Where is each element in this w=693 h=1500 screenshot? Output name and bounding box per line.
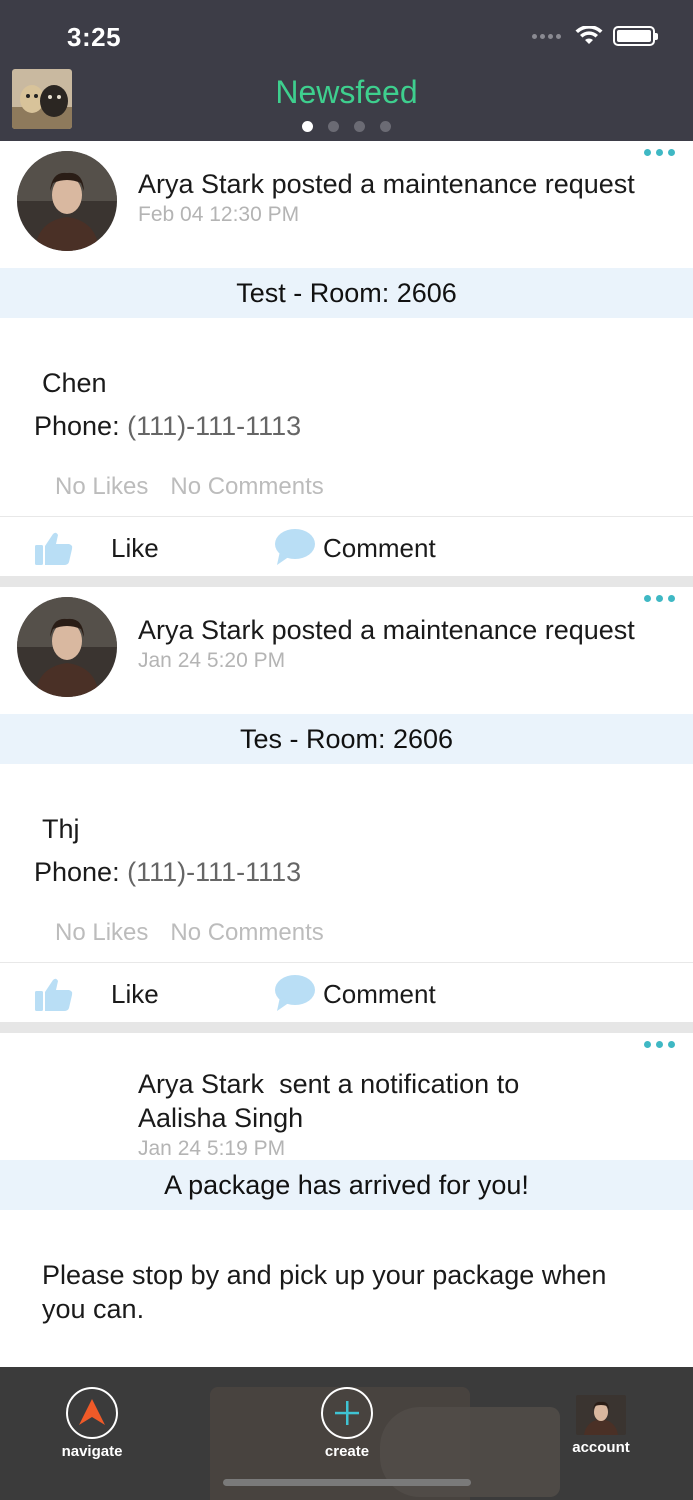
author-avatar[interactable]	[17, 151, 117, 251]
more-options-icon[interactable]	[644, 1041, 675, 1048]
engagement-counts: No Likes No Comments	[55, 919, 324, 947]
more-options-icon[interactable]	[644, 595, 675, 602]
battery-icon	[613, 26, 658, 46]
home-indicator[interactable]	[223, 1479, 471, 1486]
feed-post: Arya Stark posted a maintenance request …	[0, 587, 693, 1022]
comment-bubble-icon[interactable]	[274, 973, 316, 1013]
comment-button[interactable]: Comment	[323, 979, 436, 1010]
feed-notification: Arya Stark sent a notification to Aalish…	[0, 1033, 693, 1360]
page-dot[interactable]	[328, 121, 339, 132]
phone-line: Phone: (111)-111-1113	[34, 857, 301, 888]
phone-line: Phone: (111)-111-1113	[34, 411, 301, 442]
author-avatar[interactable]	[17, 597, 117, 697]
recipient-name[interactable]: Aalisha Singh	[138, 1101, 658, 1135]
engagement-counts: No Likes No Comments	[55, 473, 324, 501]
account-avatar	[576, 1395, 626, 1435]
thumbs-up-icon[interactable]	[34, 528, 74, 568]
tab-label: create	[324, 1443, 370, 1460]
tab-navigate[interactable]: navigate	[56, 1387, 128, 1460]
tab-create[interactable]: create	[311, 1387, 383, 1460]
comment-bubble-icon[interactable]	[274, 527, 316, 567]
post-actions: Like Comment	[0, 962, 693, 1022]
author-name[interactable]: Arya Stark	[138, 615, 264, 645]
post-divider	[0, 1022, 693, 1033]
author-name[interactable]: Arya Stark	[138, 1069, 264, 1099]
newsfeed-list: Arya Stark posted a maintenance request …	[0, 141, 693, 1360]
feed-post: Arya Stark posted a maintenance request …	[0, 141, 693, 576]
post-action: posted a maintenance request	[271, 615, 635, 645]
phone-label: Phone:	[34, 411, 120, 441]
tab-label: navigate	[61, 1443, 123, 1460]
comment-button[interactable]: Comment	[323, 533, 436, 564]
app-header: 3:25 Newsfeed	[0, 0, 693, 141]
likes-count[interactable]: No Likes	[55, 919, 148, 946]
author-name[interactable]: Arya Stark	[138, 169, 264, 199]
tab-label: account	[572, 1439, 630, 1456]
post-message: Chen	[42, 368, 107, 398]
thumbs-up-icon[interactable]	[34, 974, 74, 1014]
post-action: sent a notification to	[279, 1069, 520, 1099]
comments-count[interactable]: No Comments	[170, 919, 323, 946]
notification-subject: A package has arrived for you!	[0, 1160, 693, 1210]
post-divider	[0, 576, 693, 587]
like-button[interactable]: Like	[111, 979, 159, 1010]
like-button[interactable]: Like	[111, 533, 159, 564]
phone-value[interactable]: (111)-111-1113	[127, 857, 301, 887]
more-options-icon[interactable]	[644, 149, 675, 156]
comments-count[interactable]: No Comments	[170, 473, 323, 500]
post-subject: Tes - Room: 2606	[0, 714, 693, 764]
post-actions: Like Comment	[0, 516, 693, 576]
post-date: Jan 24 5:20 PM	[138, 649, 286, 672]
notification-message: Please stop by and pick up your package …	[42, 1260, 607, 1324]
post-action: posted a maintenance request	[271, 169, 635, 199]
navigate-icon	[66, 1387, 118, 1439]
wifi-icon	[575, 26, 603, 44]
status-time: 3:25	[67, 22, 122, 52]
plus-icon	[321, 1387, 373, 1439]
cellular-signal-icon	[532, 33, 561, 39]
phone-label: Phone:	[34, 857, 120, 887]
page-dot[interactable]	[302, 121, 313, 132]
post-date: Jan 24 5:19 PM	[138, 1137, 286, 1160]
likes-count[interactable]: No Likes	[55, 473, 148, 500]
post-date: Feb 04 12:30 PM	[138, 203, 300, 226]
page-dot[interactable]	[380, 121, 391, 132]
post-subject: Test - Room: 2606	[0, 268, 693, 318]
page-indicator[interactable]	[0, 121, 693, 132]
bottom-tab-bar: navigate create account	[0, 1367, 693, 1500]
page-dot[interactable]	[354, 121, 365, 132]
status-icons	[532, 26, 658, 46]
tab-account[interactable]: account	[565, 1387, 637, 1456]
page-title: Newsfeed	[275, 74, 418, 110]
phone-value[interactable]: (111)-111-1113	[127, 411, 301, 441]
post-message: Thj	[42, 814, 80, 844]
